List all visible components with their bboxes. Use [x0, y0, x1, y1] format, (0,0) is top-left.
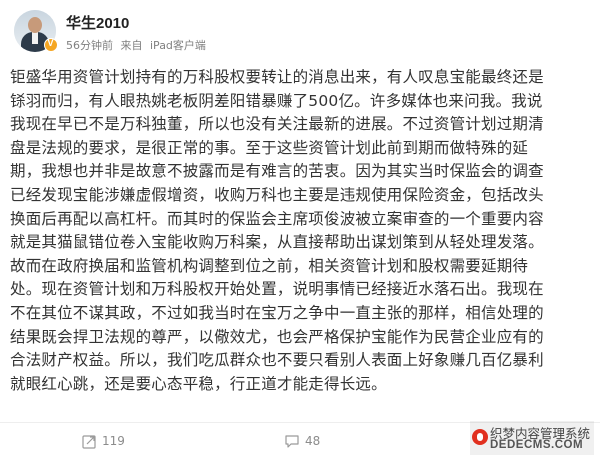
comment-count: 48 — [305, 434, 321, 448]
comment-button[interactable]: 48 — [284, 433, 320, 449]
avatar-figure-head — [28, 17, 42, 33]
watermark: 织梦内容管理系统 DEDECMS.COM — [470, 421, 594, 455]
post-meta: 56分钟前 来自 iPad客户端 — [66, 37, 206, 53]
post-line: 盘是法规的要求，是很正常的事。至于这些资管计划此前到期而做特殊的延 — [10, 138, 529, 157]
share-icon — [82, 434, 96, 449]
post-line: 已经发现宝能涉嫌虚假增资，收购万科也主要是违规使用保险资金，包括改头 — [10, 185, 544, 204]
post-line: 合法财产权益。所以，我们吃瓜群众也不要只看别人表面上好象赚几百亿暴利 — [10, 351, 544, 370]
post-body: 钜盛华用资管计划持有的万科股权要转让的消息出来，有人叹息宝能最终还是 铩羽而归，… — [10, 66, 594, 396]
post-line: 就是其猫鼠错位卷入宝能收购万科案，从直接帮助出谋划策到从轻处理发落。 — [10, 233, 544, 252]
author-name[interactable]: 华生2010 — [66, 12, 129, 33]
source-prefix: 来自 — [120, 39, 143, 52]
watermark-url: DEDECMS.COM — [490, 439, 584, 451]
verified-badge-icon: V — [44, 38, 58, 52]
post-line: 就眼红心跳，还是要心态平稳，行正道才能走得长远。 — [10, 374, 387, 393]
share-count: 119 — [102, 434, 125, 448]
post-line: 处。现在资管计划和万科股权开始处置，说明事情已经接近水落石出。我现在 — [10, 280, 544, 299]
post-line: 期，我想也并非是故意不披露而是有难言的苦衷。因为其实当时保监会的调查 — [10, 162, 544, 181]
post-line: 换面后再配以高杠杆。而其时的保监会主席项俊波被立案审查的一个重要内容 — [10, 209, 544, 228]
post-line: 铩羽而归，有人眼热姚老板阴差阳错暴赚了500亿。许多媒体也来问我。我说 — [10, 91, 543, 110]
watermark-logo-icon — [472, 429, 488, 445]
avatar-figure-shirt — [32, 32, 38, 44]
verified-badge-mark: V — [47, 38, 54, 48]
post-line: 故而在政府换届和监管机构调整到位之前，相关资管计划和股权需要延期待 — [10, 256, 529, 275]
post-line: 我现在早已不是万科独董，所以也没有关注最新的进展。不过资管计划过期清 — [10, 115, 544, 134]
share-button[interactable]: 119 — [82, 433, 125, 449]
post-line: 钜盛华用资管计划持有的万科股权要转让的消息出来，有人叹息宝能最终还是 — [10, 68, 544, 86]
post-line: 不在其位不谋其政，不过如我当时在宝万之争中一直主张的那样，相信处理的 — [10, 303, 544, 322]
post-header: V 华生2010 56分钟前 来自 iPad客户端 — [0, 0, 600, 62]
comment-icon — [285, 434, 299, 448]
post-source: iPad客户端 — [150, 39, 206, 52]
post-time[interactable]: 56分钟前 — [66, 39, 113, 52]
post-line: 结果既会捍卫法规的尊严，以儆效尤，也会严格保护宝能作为民营企业应有的 — [10, 327, 544, 346]
